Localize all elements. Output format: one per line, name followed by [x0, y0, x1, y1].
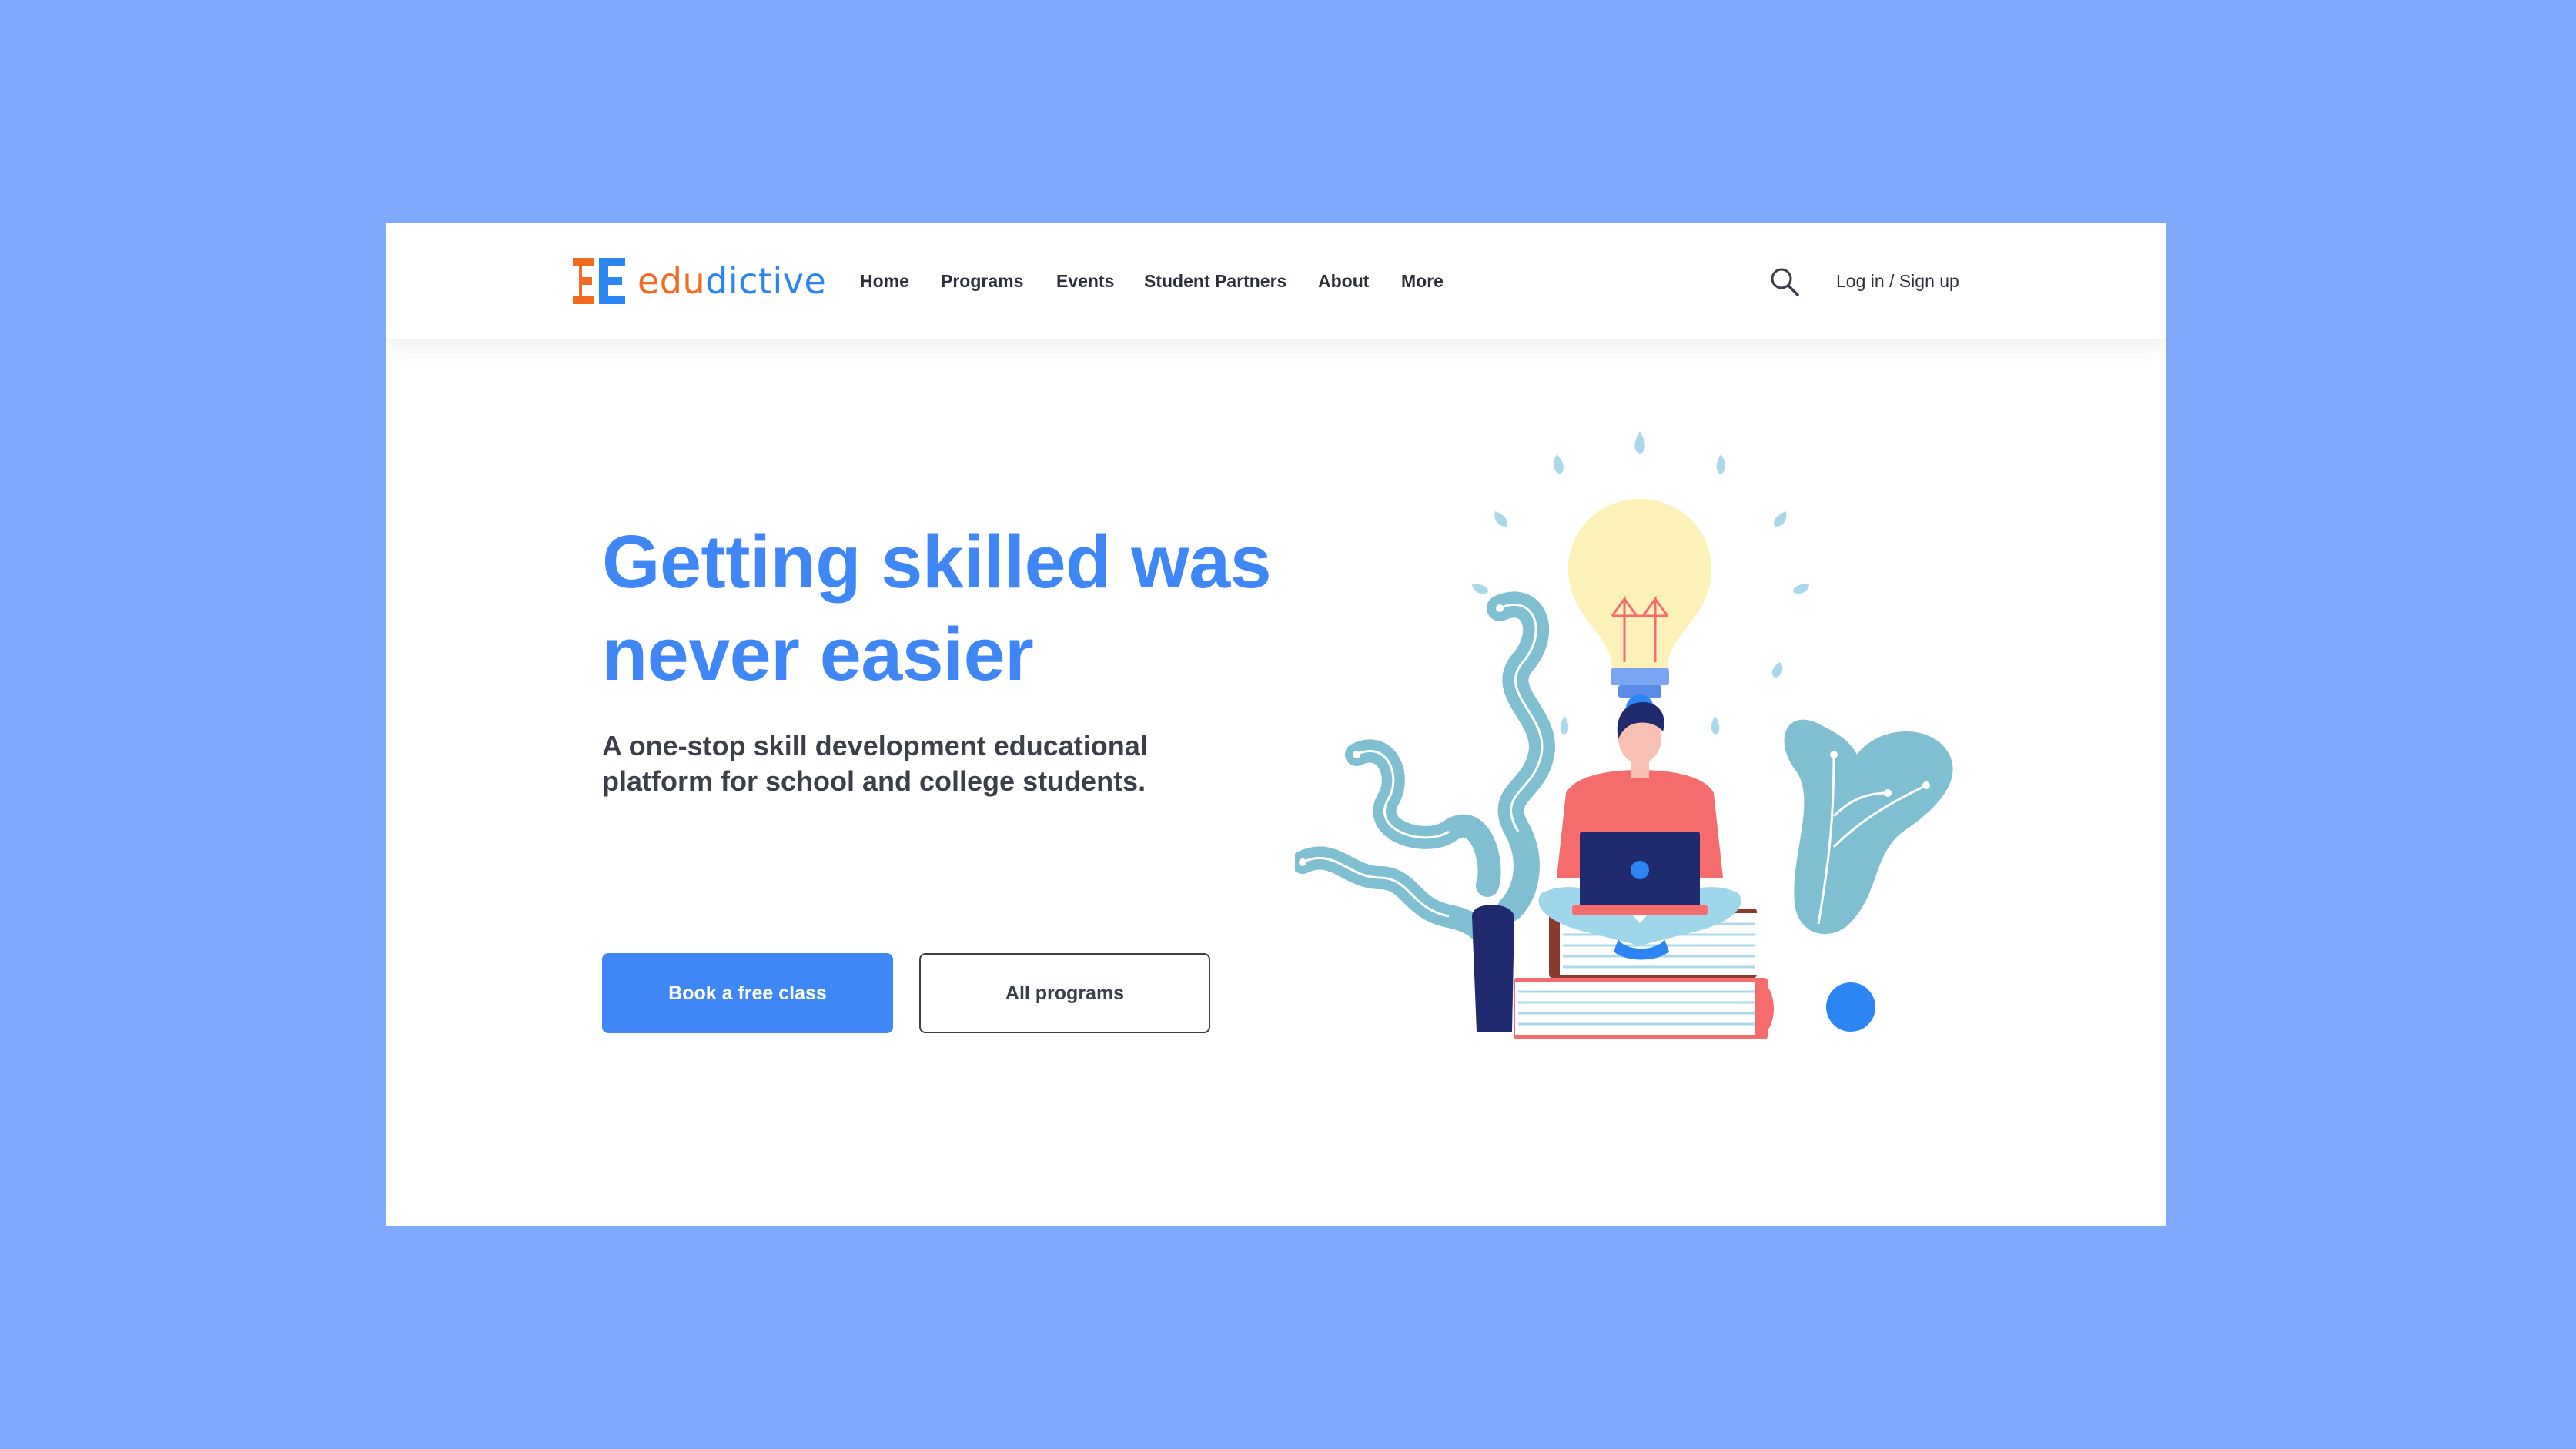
edudictive-logo-mark-icon: [573, 258, 625, 304]
top-navbar: edudictive Home Programs Events Student …: [386, 223, 2166, 339]
left-plant: [1295, 591, 1555, 959]
brand-logo[interactable]: edudictive: [571, 254, 826, 308]
all-programs-button[interactable]: All programs: [919, 953, 1210, 1033]
hero-subtitle: A one-stop skill development educational…: [602, 730, 1148, 797]
book-free-class-button[interactable]: Book a free class: [602, 953, 893, 1033]
nav-about[interactable]: About: [1318, 266, 1369, 296]
hero-title: Getting skilled was never easier: [602, 520, 1272, 696]
right-plant: [1784, 719, 1953, 935]
blue-ball: [1826, 982, 1875, 1032]
login-signup-link[interactable]: Log in / Sign up: [1836, 266, 1959, 296]
brand-wordmark-dictive: dictive: [705, 260, 827, 302]
nav-events[interactable]: Events: [1056, 266, 1114, 296]
hero-illustration: [1295, 431, 1953, 1039]
nav-student-partners[interactable]: Student Partners: [1144, 266, 1286, 296]
lightbulb-icon: [1568, 499, 1711, 722]
search-icon[interactable]: [1769, 266, 1800, 297]
navy-cushion: [1472, 905, 1514, 1032]
landing-page: edudictive Home Programs Events Student …: [386, 223, 2166, 1226]
nav-more[interactable]: More: [1401, 266, 1444, 296]
nav-programs[interactable]: Programs: [941, 266, 1023, 296]
nav-home[interactable]: Home: [860, 266, 909, 296]
brand-wordmark: edudictive: [637, 263, 826, 299]
brand-wordmark-edu: edu: [637, 260, 706, 302]
